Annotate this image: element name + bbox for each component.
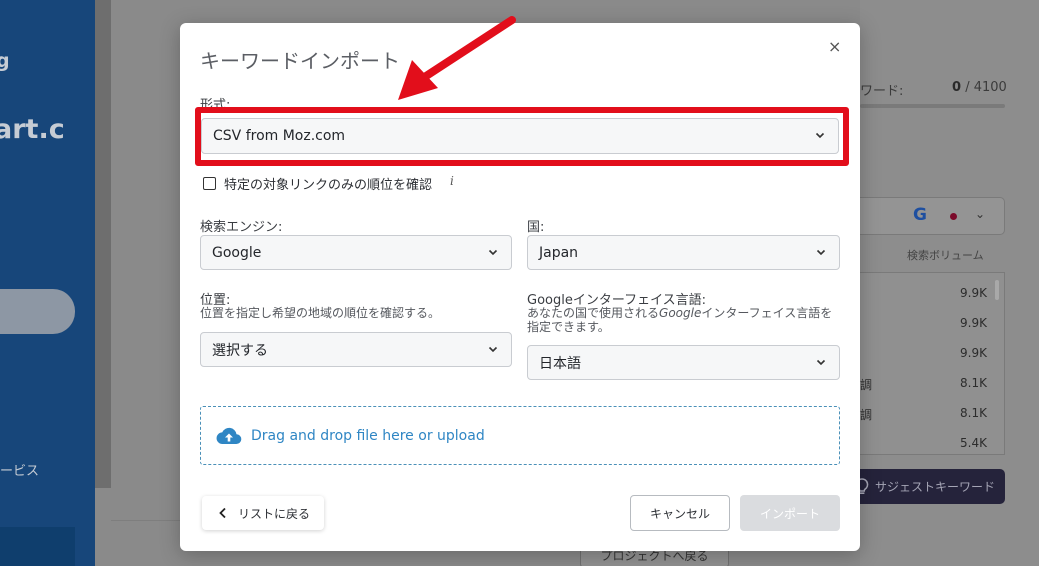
sidebar-logo-fragment: g [0,50,10,72]
chevron-down-icon [816,249,826,256]
background-sidebar: g art.c ービス [0,0,95,566]
volume-column-header: 検索ボリューム [907,249,984,262]
volume-value: 9.9K [960,346,987,360]
interface-language-select[interactable]: 日本語 [527,345,840,380]
keyword-fragment: 調 [860,408,873,422]
back-to-list-button[interactable]: リストに戻る [202,496,324,530]
back-to-list-label: リストに戻る [238,506,311,521]
country-label: 国: [527,220,545,235]
target-link-checkbox-label: 特定の対象リンクのみの順位を確認 [224,178,433,193]
chevron-down-icon: ⌄ [975,207,986,221]
volume-value: 5.4K [960,436,987,450]
chevron-left-icon [219,507,226,519]
info-icon[interactable]: i [450,174,454,188]
interface-language-description-line2: 指定できます。 [527,320,610,334]
sidebar-active-pill[interactable] [0,289,75,334]
interface-language-value: 日本語 [539,355,581,372]
search-engine-select[interactable]: Google [200,235,512,270]
country-value: Japan [539,244,579,261]
volume-value: 8.1K [960,406,987,420]
sidebar-logo: art.c [0,114,65,145]
sidebar-item-service[interactable]: ービス [0,460,39,479]
interface-language-description-em: Google [659,306,702,320]
sidebar-bottom-item[interactable] [0,527,75,566]
cloud-upload-icon [216,427,242,444]
cancel-button[interactable]: キャンセル [630,495,730,531]
dropzone-text: Drag and drop file here or upload [251,427,485,444]
import-button[interactable]: インポート [740,495,840,531]
suggest-keywords-label: サジェストキーワード [874,480,995,494]
google-icon: G [913,205,927,225]
format-select[interactable]: CSV from Moz.com [201,118,839,154]
modal-title: キーワードインポート [200,49,400,73]
volume-value: 9.9K [960,286,987,300]
format-label: 形式: [200,98,231,113]
chevron-down-icon [488,249,498,256]
location-select[interactable]: 選択する [200,332,512,367]
keyword-fragment: 調 [860,378,873,392]
format-select-value: CSV from Moz.com [213,128,346,144]
interface-language-description: あなたの国で使用されるGoogleインターフェイス言語を指定できます。 [527,306,845,334]
suggest-keywords-button[interactable]: サジェストキーワード [850,469,1005,504]
keyword-count-total: / 4100 [965,80,1007,95]
keyword-count-used: 0 [952,80,962,95]
file-dropzone[interactable]: Drag and drop file here or upload [200,406,840,465]
keyword-count: 0 / 4100 [952,80,1007,95]
chevron-down-icon [488,346,498,353]
interface-language-description-suffix: インターフェイス言語を [701,306,833,320]
location-value: 選択する [212,342,268,359]
search-engine-label: 検索エンジン: [200,220,283,235]
interface-language-description-prefix: あなたの国で使用される [527,306,660,320]
chevron-down-icon [816,359,826,366]
country-select[interactable]: Japan [527,235,840,270]
japan-flag-icon [950,213,957,220]
keyword-import-modal: キーワードインポート × 形式: CSV from Moz.com 特定の対象リ… [180,23,860,551]
volume-value: 9.9K [960,316,987,330]
keyword-count-label: ワード: [860,84,904,99]
location-description: 位置を指定し希望の地域の順位を確認する。 [200,306,441,320]
target-link-checkbox[interactable] [203,177,216,190]
search-engine-value: Google [212,244,262,261]
volume-value: 8.1K [960,376,987,390]
keyword-progress-bar [860,104,1005,108]
close-icon[interactable]: × [828,37,841,57]
chevron-down-icon [815,132,825,139]
background-gutter [95,0,111,488]
keyword-list-scrollbar[interactable] [995,280,999,300]
